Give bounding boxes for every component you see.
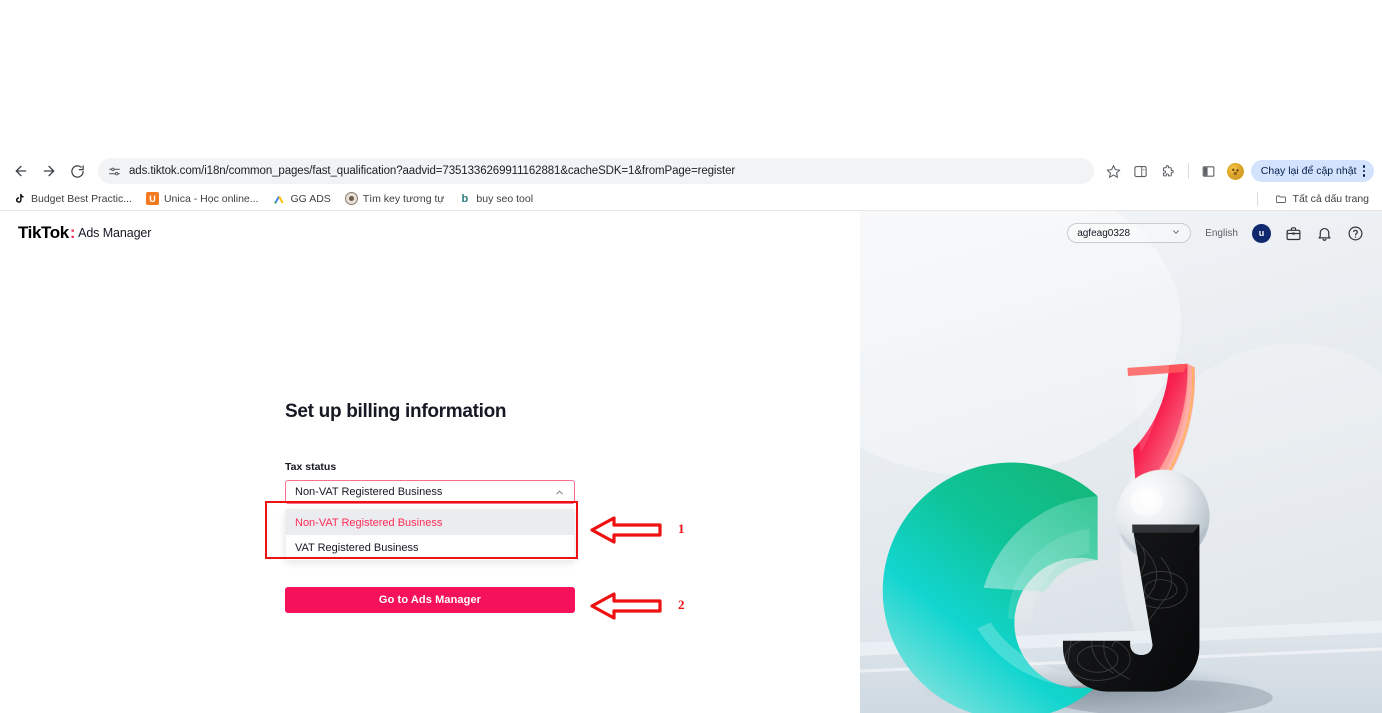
seo-tool-icon: b: [461, 192, 469, 205]
app-account-bar: agfeag0328 English u: [860, 211, 1382, 255]
bookmarks-divider: [1256, 191, 1258, 206]
question-circle-icon[interactable]: [1347, 225, 1364, 242]
dropdown-option-vat[interactable]: VAT Registered Business: [286, 535, 574, 560]
tax-status-select[interactable]: Non-VAT Registered Business: [285, 480, 575, 504]
back-arrow-icon[interactable]: [8, 158, 34, 184]
update-browser-button[interactable]: Chạy lại để cập nhật: [1250, 160, 1374, 182]
annotation-number-2: 2: [678, 597, 685, 612]
billing-form: Set up billing information Tax status No…: [285, 401, 575, 613]
star-icon[interactable]: [1102, 159, 1126, 183]
page-title: Set up billing information: [285, 401, 507, 422]
bookmark-item[interactable]: Budget Best Practic...: [6, 190, 139, 207]
toolbar-right-cluster: Chạy lại để cập nhật: [1102, 159, 1374, 183]
bookmark-item[interactable]: U Unica - Học online...: [139, 190, 266, 207]
all-bookmarks-section: Tất cả dấu trang: [1256, 190, 1376, 207]
all-bookmarks-button[interactable]: Tất cả dấu trang: [1268, 190, 1376, 207]
bookmark-label: Unica - Học online...: [163, 192, 259, 205]
go-to-ads-manager-button[interactable]: Go to Ads Manager: [285, 587, 575, 613]
dropdown-option-non-vat[interactable]: Non-VAT Registered Business: [286, 510, 574, 535]
address-bar[interactable]: ads.tiktok.com/i18n/common_pages/fast_qu…: [98, 158, 1094, 184]
three-dot-menu-icon[interactable]: [1361, 165, 1368, 177]
submit-label: Go to Ads Manager: [378, 594, 482, 606]
split-view-icon[interactable]: [1197, 159, 1221, 183]
bookmark-item[interactable]: Tìm key tương tự: [338, 190, 452, 207]
briefcase-icon[interactable]: [1285, 225, 1302, 242]
browser-toolbar: ads.tiktok.com/i18n/common_pages/fast_qu…: [0, 155, 1382, 187]
logo-colon: :: [69, 223, 76, 242]
language-selector[interactable]: English: [1205, 228, 1238, 239]
app-header: TikTok: Ads Manager: [0, 211, 860, 255]
product-name: Ads Manager: [78, 226, 152, 240]
annotation-arrow-2: [590, 590, 662, 622]
profile-avatar-icon[interactable]: [1224, 159, 1248, 183]
all-bookmarks-label: Tất cả dấu trang: [1292, 192, 1369, 205]
bookmark-label: Budget Best Practic...: [31, 192, 132, 205]
bookmark-label: buy seo tool: [476, 192, 534, 205]
reload-icon[interactable]: [64, 158, 90, 184]
tiktok-logo[interactable]: TikTok: [18, 223, 69, 243]
bookmark-label: Tìm key tương tự: [362, 192, 445, 205]
keyword-tool-icon: [344, 192, 358, 205]
tiktok-3d-note-sculpture: [860, 211, 1382, 713]
dropdown-option-label: Non-VAT Registered Business: [295, 516, 443, 529]
page-content: TikTok: Ads Manager Set up billing inform…: [0, 211, 1382, 713]
chevron-down-icon[interactable]: [1171, 227, 1181, 240]
tax-status-label: Tax status: [285, 461, 337, 473]
dropdown-option-label: VAT Registered Business: [295, 541, 419, 554]
page-left-column: TikTok: Ads Manager Set up billing inform…: [0, 211, 860, 713]
chevron-up-icon[interactable]: [554, 487, 565, 498]
tiktok-icon: [13, 192, 26, 205]
annotation-arrow-1: [590, 514, 662, 546]
tax-status-value: Non-VAT Registered Business: [295, 486, 443, 498]
account-name: agfeag0328: [1077, 227, 1131, 239]
bookmark-label: GG ADS: [290, 192, 331, 205]
site-settings-icon[interactable]: [108, 165, 121, 178]
annotation-number-1: 1: [678, 521, 685, 536]
bookmark-item[interactable]: b buy seo tool: [451, 190, 540, 207]
forward-arrow-icon[interactable]: [36, 158, 62, 184]
bookmarks-bar: Budget Best Practic... U Unica - Học onl…: [0, 187, 1382, 211]
toolbar-divider: [1187, 163, 1189, 179]
browser-chrome: ads.tiktok.com/i18n/common_pages/fast_qu…: [0, 155, 1382, 211]
folder-icon: [1275, 192, 1288, 205]
update-label: Chạy lại để cập nhật: [1260, 165, 1357, 177]
unica-icon: U: [145, 192, 159, 205]
hero-illustration-panel: agfeag0328 English u: [860, 211, 1382, 713]
blank-top-area: [0, 0, 1382, 155]
side-panel-icon[interactable]: [1129, 159, 1153, 183]
url-text: ads.tiktok.com/i18n/common_pages/fast_qu…: [129, 165, 736, 177]
account-selector[interactable]: agfeag0328: [1067, 223, 1192, 243]
tax-status-dropdown[interactable]: Non-VAT Registered Business VAT Register…: [285, 509, 575, 561]
bell-icon[interactable]: [1316, 225, 1333, 242]
google-ads-icon: [273, 192, 286, 205]
avatar[interactable]: u: [1252, 223, 1271, 243]
extensions-puzzle-icon[interactable]: [1156, 159, 1180, 183]
bookmark-item[interactable]: GG ADS: [266, 190, 338, 207]
